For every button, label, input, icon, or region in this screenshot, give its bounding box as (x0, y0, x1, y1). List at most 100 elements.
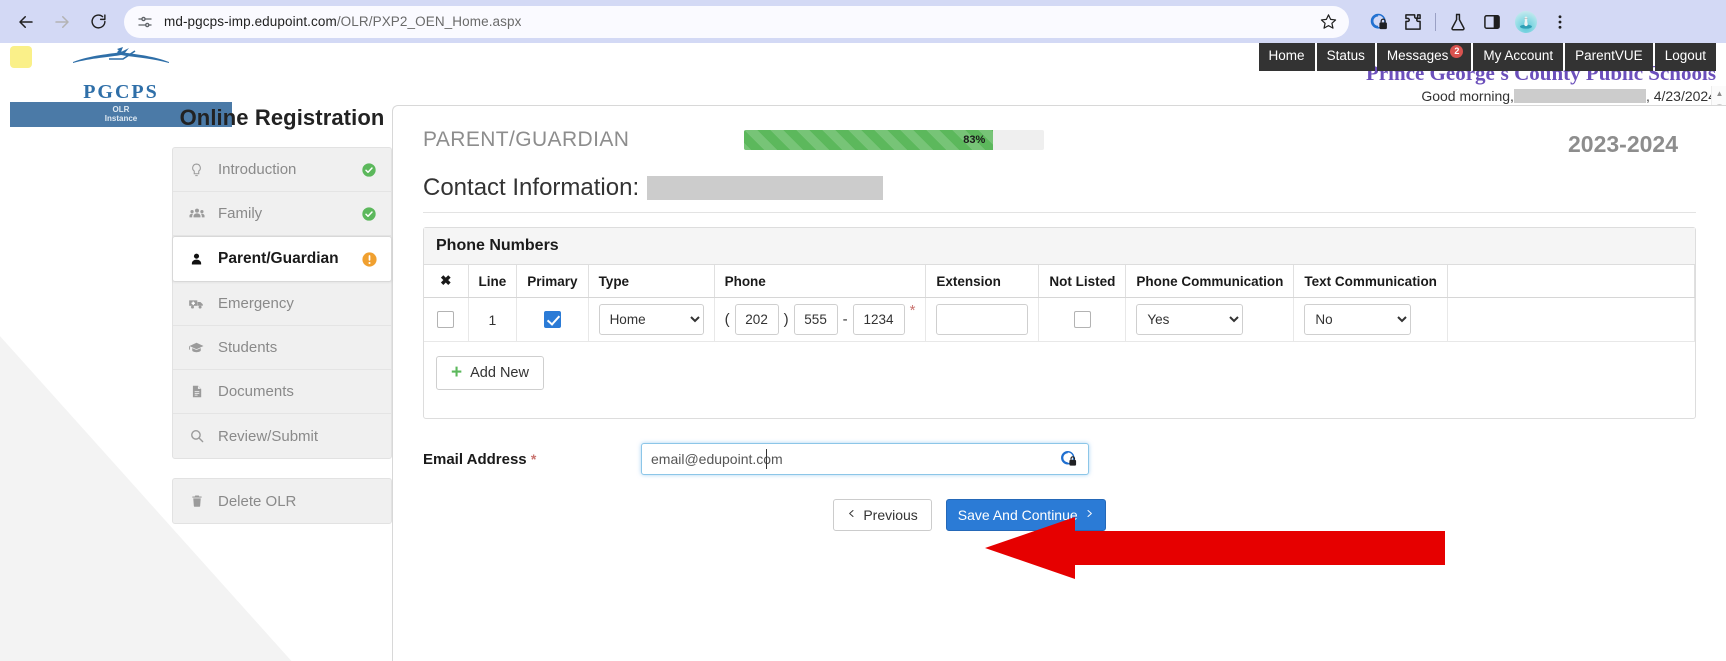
sidebar-item-label: Introduction (218, 161, 296, 178)
sidebar-item-label: Emergency (218, 295, 294, 312)
nav-my-account[interactable]: My Account (1473, 43, 1563, 71)
table-body: 1 Home ( ) (424, 298, 1695, 342)
scroll-up-arrow-icon[interactable]: ▲ (1715, 89, 1724, 98)
redacted-user-name (1514, 89, 1646, 103)
column-primary: Primary (517, 265, 588, 298)
table-header: ✖ Line Primary Type Phone Extension Not … (424, 265, 1695, 298)
nav-logout[interactable]: Logout (1655, 43, 1716, 71)
phone-type-select[interactable]: Home (599, 304, 704, 335)
ambulance-icon (187, 296, 206, 312)
phone-numbers-panel: Phone Numbers ✖ Line Primary Type Phone … (423, 227, 1696, 419)
phone-dash: - (843, 311, 848, 328)
chevron-left-icon (847, 507, 856, 523)
paren-open: ( (725, 311, 730, 328)
cell-phone: ( ) - * (714, 298, 926, 342)
card-header: PARENT/GUARDIAN 83% 2023-2024 (393, 106, 1726, 160)
column-spacer (1447, 265, 1694, 298)
progress-percent-label: 83% (963, 134, 993, 146)
status-complete-icon (361, 206, 377, 222)
cell-text-communication: No (1294, 298, 1448, 342)
sidebar-item-emergency[interactable]: Emergency (173, 282, 391, 326)
sidebar-item-review-submit[interactable]: Review/Submit (173, 414, 391, 458)
nav-status[interactable]: Status (1317, 43, 1375, 71)
sidebar-item-family[interactable]: Family (173, 192, 391, 236)
table-row: 1 Home ( ) (424, 298, 1695, 342)
browser-toolbar: md-pgcps-imp.edupoint.com/OLR/PXP2_OEN_H… (0, 0, 1726, 43)
avatar (1515, 11, 1537, 33)
column-extension: Extension (926, 265, 1039, 298)
column-not-listed: Not Listed (1039, 265, 1126, 298)
nav-parentvue-label: ParentVUE (1575, 48, 1643, 63)
page-title: Online Registration (172, 105, 392, 131)
nav-messages[interactable]: Messages2 (1377, 43, 1472, 71)
email-input-wrapper (641, 443, 1089, 475)
people-group-icon (187, 206, 206, 222)
greeting-prefix: Good morning, (1421, 88, 1514, 104)
phone-communication-select[interactable]: Yes (1136, 304, 1243, 335)
nav-status-label: Status (1327, 48, 1365, 63)
not-listed-checkbox[interactable] (1074, 311, 1091, 328)
reload-button[interactable] (82, 6, 114, 38)
phone-line-number-input[interactable] (853, 304, 905, 335)
delete-row-checkbox[interactable] (437, 311, 454, 328)
column-phone-communication: Phone Communication (1126, 265, 1294, 298)
graduation-cap-icon (187, 340, 206, 356)
messages-badge: 2 (1450, 45, 1463, 58)
contact-label: Contact Information: (423, 174, 639, 202)
sidebar-item-introduction[interactable]: Introduction (173, 148, 391, 192)
chrome-menu-icon[interactable] (1548, 10, 1572, 34)
panel-footer: + Add New (424, 342, 1695, 418)
column-delete: ✖ (424, 265, 468, 298)
sidebar-nav-list: Introduction Family Parent/Guardian (172, 147, 392, 459)
nav-my-account-label: My Account (1483, 48, 1553, 63)
table-header-row: ✖ Line Primary Type Phone Extension Not … (424, 265, 1695, 298)
sidebar-item-label: Delete OLR (218, 493, 296, 510)
email-input[interactable] (641, 443, 1089, 475)
sidebar-item-label: Parent/Guardian (218, 250, 339, 268)
annotation-arrow-icon (985, 517, 1445, 592)
address-bar[interactable]: md-pgcps-imp.edupoint.com/OLR/PXP2_OEN_H… (124, 6, 1349, 38)
profile-avatar-icon[interactable] (1514, 10, 1538, 34)
sidebar-item-label: Students (218, 339, 277, 356)
lab-flask-icon[interactable] (1446, 10, 1470, 34)
sidebar-item-label: Family (218, 205, 262, 222)
app-navigation: Home Status Messages2 My Account ParentV… (1259, 43, 1716, 71)
lightbulb-icon (187, 162, 206, 178)
extension-input[interactable] (936, 304, 1028, 335)
previous-button[interactable]: Previous (833, 499, 931, 531)
sidebar-item-parent-guardian[interactable]: Parent/Guardian (172, 236, 392, 282)
extensions-puzzle-icon[interactable] (1401, 10, 1425, 34)
site-settings-icon[interactable] (136, 13, 154, 31)
required-asterisk: * (531, 449, 536, 467)
phone-number-group: ( ) - * (725, 304, 916, 335)
column-phone: Phone (714, 265, 926, 298)
side-panel-icon[interactable] (1480, 10, 1504, 34)
column-type: Type (588, 265, 714, 298)
text-communication-select[interactable]: No (1304, 304, 1411, 335)
greeting-suffix: , 4/23/2024 (1646, 88, 1716, 104)
column-line: Line (468, 265, 517, 298)
phone-numbers-table: ✖ Line Primary Type Phone Extension Not … (424, 265, 1695, 342)
nav-parentvue[interactable]: ParentVUE (1565, 43, 1653, 71)
bookmark-star-icon[interactable] (1320, 13, 1337, 30)
url-text: md-pgcps-imp.edupoint.com/OLR/PXP2_OEN_H… (164, 14, 521, 29)
page-content: Home Status Messages2 My Account ParentV… (0, 43, 1726, 661)
phone-area-code-input[interactable] (735, 304, 779, 335)
add-new-button[interactable]: + Add New (436, 356, 544, 390)
primary-checkbox[interactable] (544, 311, 561, 328)
back-button[interactable] (10, 6, 42, 38)
cell-primary (517, 298, 588, 342)
password-manager-icon[interactable] (1059, 449, 1079, 469)
forward-button[interactable] (46, 6, 78, 38)
sidebar-item-documents[interactable]: Documents (173, 370, 391, 414)
sidebar-item-label: Review/Submit (218, 428, 318, 445)
shield-lock-icon[interactable] (1367, 10, 1391, 34)
sidebar-item-delete-olr[interactable]: Delete OLR (173, 479, 391, 523)
plus-icon: + (451, 366, 462, 380)
nav-home[interactable]: Home (1259, 43, 1315, 71)
progress-bar: 83% (744, 130, 1044, 150)
logo-acronym: PGCPS (10, 66, 232, 102)
phone-prefix-input[interactable] (794, 304, 838, 335)
browser-action-icons (1359, 10, 1572, 34)
sidebar-item-students[interactable]: Students (173, 326, 391, 370)
